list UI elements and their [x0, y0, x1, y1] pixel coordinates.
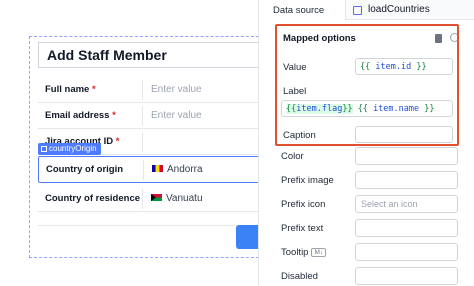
- color-input[interactable]: [355, 147, 458, 165]
- prefix-icon-label: Prefix icon: [281, 199, 326, 210]
- tooltip-input[interactable]: [355, 243, 458, 261]
- field-full-name[interactable]: Full name * Enter value: [38, 77, 258, 103]
- country-residence-select[interactable]: Vanuatu: [142, 189, 258, 209]
- mapped-options-title: Mapped options: [283, 33, 356, 44]
- data-source-label: Data source: [273, 5, 325, 16]
- selected-component-tag[interactable]: countryOrigin: [38, 143, 101, 155]
- disabled-input[interactable]: [355, 267, 458, 285]
- value-label: Value: [283, 62, 307, 73]
- tooltip-label: Tooltip M↓: [281, 247, 327, 258]
- prefix-image-input[interactable]: [355, 171, 458, 189]
- andorra-flag-icon: [152, 165, 163, 172]
- mapped-options-section: Mapped options Value {{ item.id }} Label…: [275, 24, 459, 146]
- form-footer: [38, 225, 258, 258]
- disabled-label: Disabled: [281, 271, 318, 282]
- color-label: Color: [281, 151, 304, 162]
- input-placeholder: Enter value: [151, 110, 202, 121]
- table-icon: [353, 6, 362, 15]
- prefix-icon-select[interactable]: Select an icon: [355, 195, 458, 213]
- data-source-select[interactable]: loadCountries: [345, 0, 474, 20]
- markdown-icon: M↓: [311, 248, 327, 257]
- field-label: Country of origin: [46, 164, 124, 175]
- prefix-text-label: Prefix text: [281, 223, 324, 234]
- country-origin-select[interactable]: Andorra: [143, 160, 258, 180]
- properties-panel: Data source loadCountries Mapped options…: [258, 0, 474, 286]
- jira-id-input[interactable]: [142, 132, 258, 152]
- prefix-text-input[interactable]: [355, 219, 458, 237]
- full-name-input[interactable]: Enter value: [142, 80, 258, 100]
- caption-input[interactable]: [355, 126, 453, 143]
- reset-icon[interactable]: [450, 33, 459, 42]
- vanuatu-flag-icon: [151, 194, 162, 201]
- document-icon[interactable]: [435, 34, 442, 43]
- app-canvas: Add Staff Member Full name * Enter value…: [0, 0, 258, 286]
- submit-button[interactable]: [236, 225, 258, 249]
- field-label: Full name *: [45, 84, 96, 95]
- form-title: Add Staff Member: [47, 47, 167, 63]
- input-placeholder: Enter value: [151, 84, 202, 95]
- label-code-input[interactable]: {{item.flag}} {{ item.name }}: [281, 100, 453, 117]
- email-input[interactable]: Enter value: [142, 106, 258, 126]
- field-country-of-origin[interactable]: Country of origin Andorra: [38, 156, 258, 183]
- caption-label: Caption: [283, 130, 316, 141]
- field-label: Country of residence: [45, 193, 141, 204]
- component-icon: [41, 146, 47, 152]
- data-source-value: loadCountries: [368, 4, 430, 15]
- prefix-image-label: Prefix image: [281, 175, 334, 186]
- field-label: Email address *: [45, 110, 116, 121]
- form-header[interactable]: Add Staff Member: [38, 42, 258, 68]
- label-label: Label: [283, 86, 307, 97]
- value-code-input[interactable]: {{ item.id }}: [355, 58, 453, 75]
- field-country-of-residence[interactable]: Country of residence Vanuatu: [38, 186, 258, 212]
- field-email-address[interactable]: Email address * Enter value: [38, 103, 258, 129]
